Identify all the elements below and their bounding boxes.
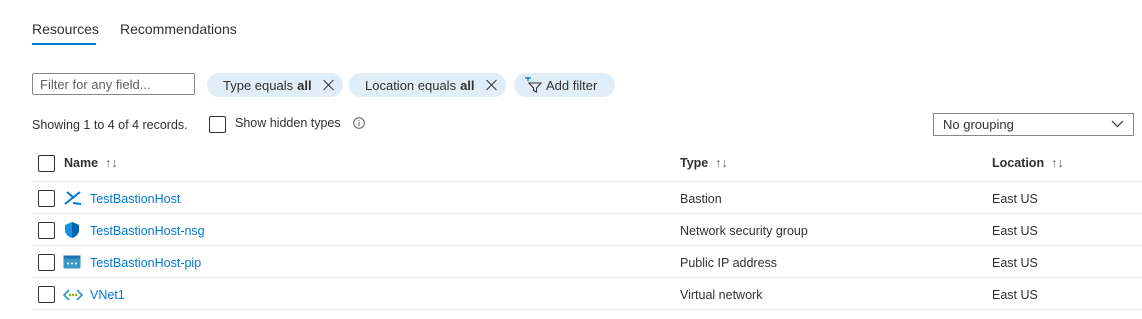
public-ip-icon xyxy=(63,255,81,269)
type-cell: Network security group xyxy=(680,224,808,238)
row-checkbox[interactable] xyxy=(38,190,55,207)
vnet-icon xyxy=(63,289,83,301)
column-header-type[interactable]: Type ↑↓ xyxy=(680,156,728,170)
location-cell: East US xyxy=(992,256,1038,270)
row-checkbox[interactable] xyxy=(38,254,55,271)
column-header-name-label: Name xyxy=(64,156,99,170)
records-count: Showing 1 to 4 of 4 records. xyxy=(32,118,188,132)
location-filter-label: Location equals xyxy=(365,77,457,93)
column-header-location[interactable]: Location ↑↓ xyxy=(992,156,1064,170)
type-filter-pill[interactable]: Type equals all xyxy=(207,73,343,97)
row-divider xyxy=(32,277,1142,278)
info-icon[interactable] xyxy=(353,117,365,129)
row-divider xyxy=(32,245,1142,246)
sort-icon: ↑↓ xyxy=(715,156,728,170)
column-header-name[interactable]: Name ↑↓ xyxy=(64,156,118,170)
grouping-selected: No grouping xyxy=(943,117,1014,132)
tab-recommendations[interactable]: Recommendations xyxy=(120,21,237,37)
type-cell: Public IP address xyxy=(680,256,778,270)
show-hidden-checkbox[interactable] xyxy=(209,116,226,133)
shield-icon xyxy=(65,222,79,238)
location-filter-value: all xyxy=(460,77,475,93)
location-cell: East US xyxy=(992,224,1038,238)
row-checkbox[interactable] xyxy=(38,286,55,303)
type-filter-label: Type equals xyxy=(223,77,294,93)
sort-icon: ↑↓ xyxy=(105,156,118,170)
header-divider xyxy=(32,181,1142,182)
select-all-checkbox[interactable] xyxy=(38,155,55,172)
row-checkbox[interactable] xyxy=(38,222,55,239)
filter-input[interactable] xyxy=(32,73,195,95)
location-cell: East US xyxy=(992,192,1038,206)
row-divider xyxy=(32,213,1142,214)
type-cell: Bastion xyxy=(680,192,722,206)
show-hidden-label: Show hidden types xyxy=(235,116,341,130)
active-tab-indicator xyxy=(32,43,96,45)
type-cell: Virtual network xyxy=(680,288,763,302)
location-filter-pill[interactable]: Location equals all xyxy=(349,73,506,97)
chevron-down-icon xyxy=(1111,120,1124,128)
resource-link[interactable]: VNet1 xyxy=(90,288,125,302)
resource-link[interactable]: TestBastionHost-nsg xyxy=(90,224,205,238)
tab-resources[interactable]: Resources xyxy=(32,21,99,37)
location-cell: East US xyxy=(992,288,1038,302)
resource-link[interactable]: TestBastionHost xyxy=(90,192,180,206)
add-filter-label: Add filter xyxy=(546,77,598,93)
column-header-type-label: Type xyxy=(680,156,709,170)
resource-link[interactable]: TestBastionHost-pip xyxy=(90,256,201,270)
sort-icon: ↑↓ xyxy=(1051,156,1064,170)
add-filter-button[interactable]: Add filter xyxy=(514,73,616,97)
close-icon[interactable] xyxy=(486,79,498,91)
row-divider xyxy=(32,309,1142,310)
type-filter-value: all xyxy=(297,77,312,93)
close-icon[interactable] xyxy=(323,79,335,91)
column-header-location-label: Location xyxy=(992,156,1045,170)
add-filter-icon xyxy=(525,77,542,93)
grouping-dropdown[interactable]: No grouping xyxy=(933,113,1134,136)
bastion-icon xyxy=(64,191,82,205)
